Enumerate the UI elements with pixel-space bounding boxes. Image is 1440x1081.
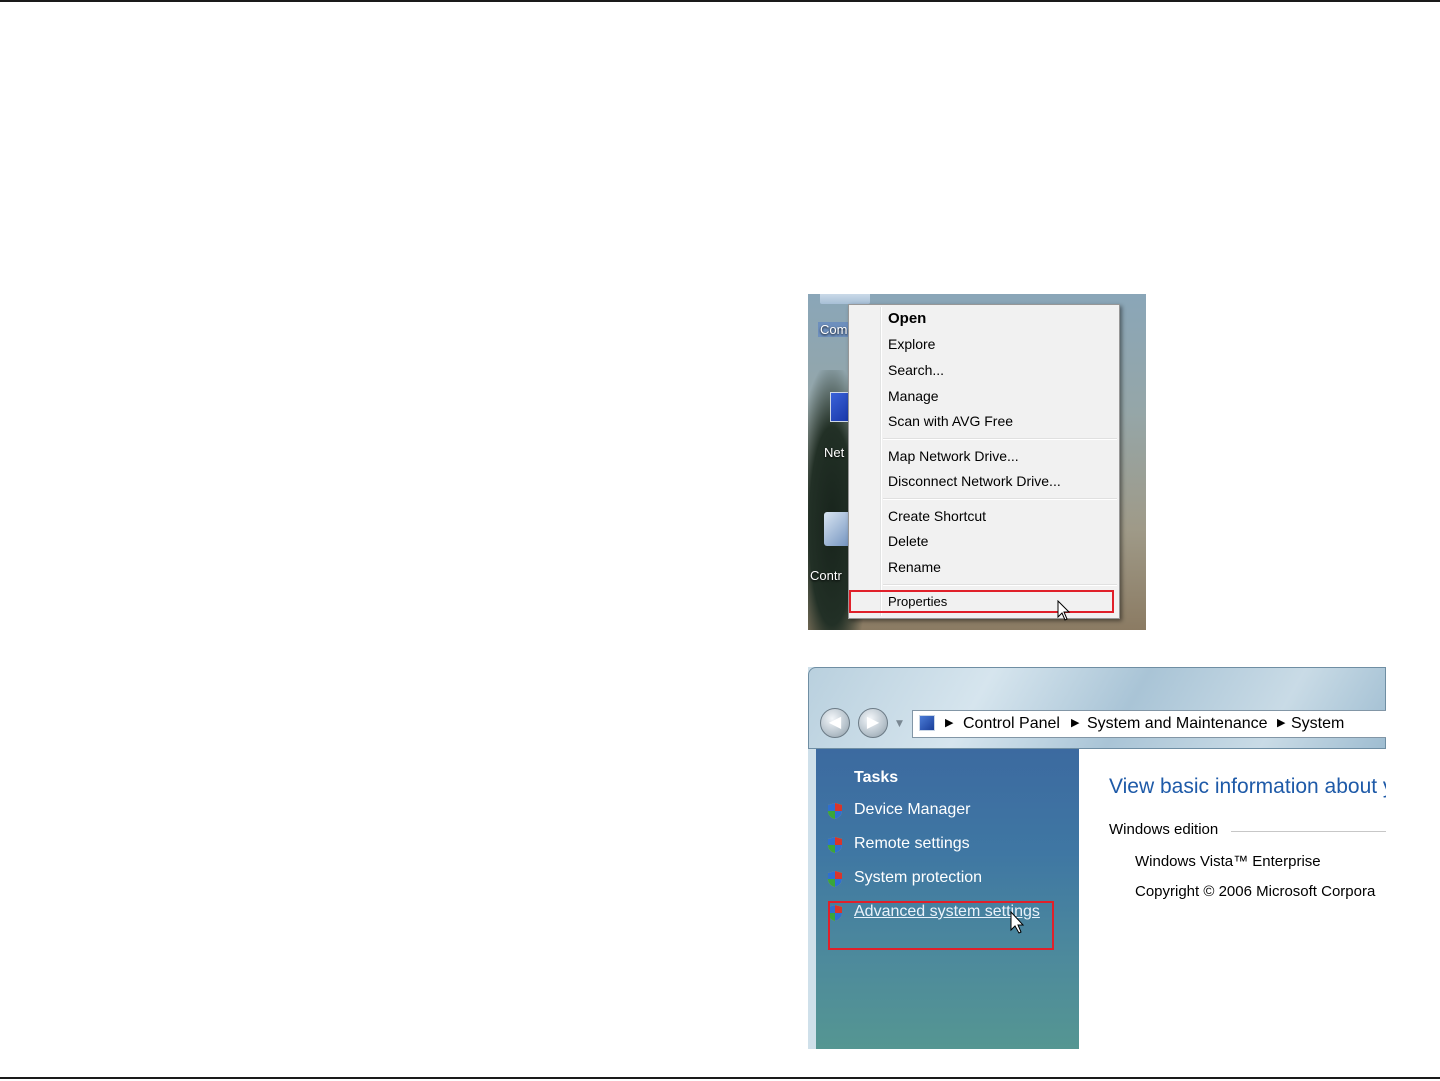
menu-item-scan-avg[interactable]: Scan with AVG Free: [888, 411, 1013, 431]
menu-separator: [883, 498, 1117, 500]
arrow-left-icon: ◀: [828, 712, 842, 731]
highlight-box-properties: [849, 590, 1114, 613]
windows-edition-value: Windows Vista™ Enterprise: [1135, 853, 1321, 870]
copyright-text: Copyright © 2006 Microsoft Corpora: [1135, 883, 1376, 900]
address-bar[interactable]: ▶ Control Panel ▶ System and Maintenance…: [912, 710, 1386, 738]
menu-item-disconnect-network-drive[interactable]: Disconnect Network Drive...: [888, 471, 1061, 491]
bottom-rule: [0, 1077, 1440, 1079]
breadcrumb-system-and-maintenance[interactable]: System and Maintenance: [1087, 715, 1268, 733]
computer-icon[interactable]: [820, 294, 870, 304]
top-rule: [0, 0, 1440, 2]
breadcrumb-control-panel[interactable]: Control Panel: [963, 715, 1060, 733]
menu-item-explore[interactable]: Explore: [888, 334, 935, 354]
uac-shield-icon: [828, 871, 842, 887]
page-title: View basic information about y: [1109, 775, 1386, 798]
forward-button[interactable]: ▶: [858, 708, 888, 738]
system-window-screenshot: ◀ ▶ ▼ ▶ Control Panel ▶ System and Maint…: [808, 667, 1386, 1049]
menu-separator: [883, 584, 1117, 586]
menu-item-delete[interactable]: Delete: [888, 531, 928, 551]
back-button[interactable]: ◀: [820, 708, 850, 738]
task-device-manager[interactable]: Device Manager: [854, 801, 971, 819]
menu-item-search[interactable]: Search...: [888, 360, 944, 380]
uac-shield-icon: [828, 837, 842, 853]
task-system-protection[interactable]: System protection: [854, 869, 982, 887]
menu-separator: [883, 438, 1117, 440]
menu-item-create-shortcut[interactable]: Create Shortcut: [888, 506, 986, 526]
content-pane: View basic information about y Windows e…: [1079, 749, 1386, 1049]
menu-gutter: [880, 307, 882, 616]
menu-item-map-network-drive[interactable]: Map Network Drive...: [888, 446, 1019, 466]
desktop-icon-label[interactable]: Contr: [810, 568, 842, 583]
tasks-pane: Tasks Device Manager Remote settings Sys…: [816, 749, 1079, 1049]
breadcrumb-arrow-icon[interactable]: ▶: [945, 716, 953, 729]
context-menu-screenshot: Com Net Contr Open Explore Search... Man…: [808, 294, 1146, 630]
section-label-windows-edition: Windows edition: [1109, 821, 1219, 838]
arrow-right-icon: ▶: [866, 712, 880, 731]
context-menu: Open Explore Search... Manage Scan with …: [848, 304, 1120, 619]
menu-item-manage[interactable]: Manage: [888, 386, 939, 406]
breadcrumb-arrow-icon[interactable]: ▶: [1277, 716, 1285, 729]
menu-item-rename[interactable]: Rename: [888, 557, 941, 577]
section-divider: [1231, 831, 1386, 832]
tasks-heading: Tasks: [854, 769, 899, 786]
menu-item-open[interactable]: Open: [888, 309, 926, 329]
computer-icon: [919, 715, 935, 731]
recent-pages-chevron-down-icon[interactable]: ▼: [896, 719, 903, 729]
desktop-icon-label[interactable]: Net: [824, 445, 844, 460]
uac-shield-icon: [828, 803, 842, 819]
desktop-icon-label[interactable]: Com: [818, 322, 850, 337]
breadcrumb-arrow-icon[interactable]: ▶: [1071, 716, 1079, 729]
task-remote-settings[interactable]: Remote settings: [854, 835, 970, 853]
breadcrumb-system[interactable]: System: [1291, 715, 1344, 733]
